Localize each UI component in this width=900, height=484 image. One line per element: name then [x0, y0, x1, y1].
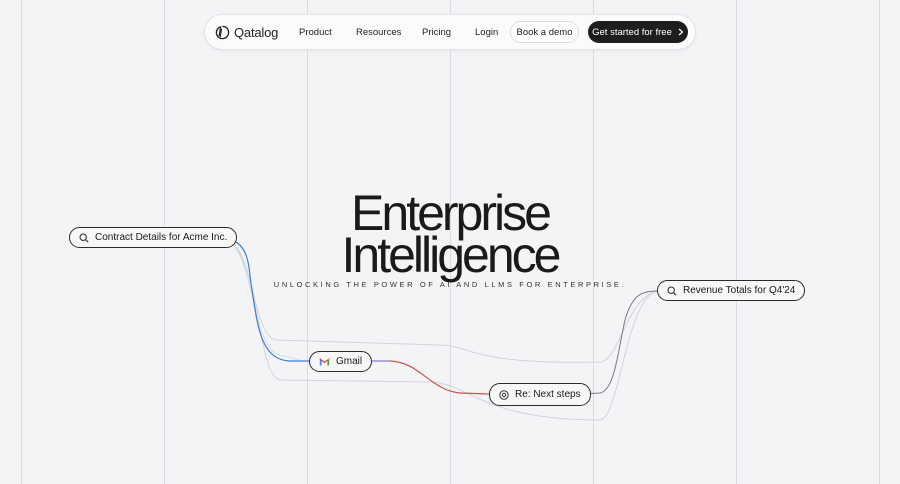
chip-reply[interactable]: Re: Next steps: [489, 383, 591, 406]
chevron-right-icon: [678, 28, 684, 36]
chip-revenue-label: Revenue Totals for Q4'24: [683, 285, 796, 296]
chip-gmail-label: Gmail: [336, 356, 363, 367]
chip-reply-label: Re: Next steps: [515, 389, 581, 400]
logo[interactable]: Qatalog: [215, 25, 278, 40]
logo-text: Qatalog: [234, 25, 279, 40]
book-demo-label: Book a demo: [516, 26, 573, 38]
flow-path-red: [389, 360, 490, 395]
flow-path-grey: [582, 290, 658, 395]
chip-contract-label: Contract Details for Acme Inc.: [95, 232, 228, 243]
nav-pricing[interactable]: Pricing: [422, 27, 451, 38]
at-icon: [499, 389, 509, 400]
chip-gmail[interactable]: Gmail: [309, 351, 373, 372]
chip-contract-details[interactable]: Contract Details for Acme Inc.: [69, 227, 238, 248]
top-nav: Qatalog Product Resources Pricing Login …: [204, 14, 696, 50]
gmail-icon: [319, 357, 330, 366]
book-demo-button[interactable]: Book a demo: [510, 21, 579, 43]
nav-product[interactable]: Product: [299, 27, 332, 38]
get-started-button[interactable]: Get started for free: [588, 21, 688, 43]
search-icon: [79, 232, 89, 243]
logo-icon: [215, 25, 230, 40]
chip-revenue-totals[interactable]: Revenue Totals for Q4'24: [657, 280, 806, 301]
nav-login[interactable]: Login: [475, 27, 498, 38]
search-icon: [667, 285, 677, 296]
get-started-label: Get started for free: [592, 26, 672, 38]
nav-resources[interactable]: Resources: [356, 27, 401, 38]
